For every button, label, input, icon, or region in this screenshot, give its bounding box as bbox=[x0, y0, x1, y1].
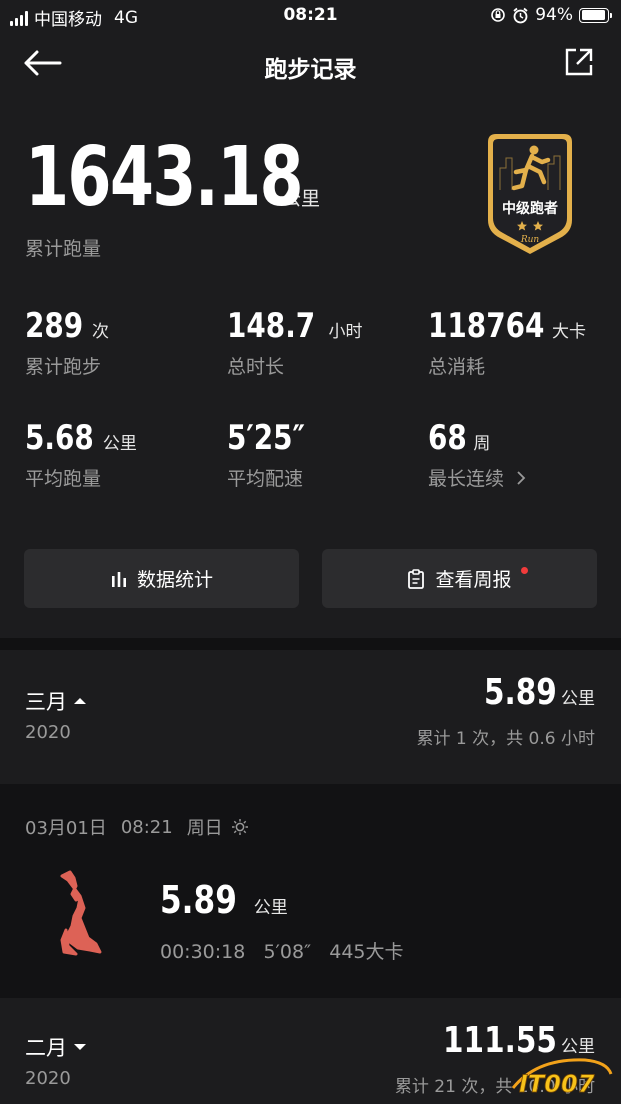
badge-script: Run bbox=[520, 235, 540, 245]
chevron-right-icon bbox=[517, 470, 526, 485]
stat-label: 总时长 bbox=[227, 356, 285, 378]
stat-label: 平均跑量 bbox=[25, 468, 102, 490]
stat-avg-distance: 5.68 公里 平均跑量 bbox=[25, 418, 137, 491]
stat-value: 68 bbox=[428, 418, 467, 458]
stat-label: 累计跑步 bbox=[25, 356, 102, 378]
stat-unit: 小时 bbox=[328, 322, 363, 342]
clipboard-icon bbox=[408, 568, 425, 589]
sun-icon bbox=[231, 819, 248, 835]
stat-value: 5′25″ bbox=[227, 418, 306, 458]
watermark-logo: IT007 bbox=[511, 1058, 613, 1098]
navigation-bar: 跑步记录 bbox=[0, 40, 621, 88]
run-weekday: 周日 bbox=[186, 818, 223, 839]
stat-value: 5.68 bbox=[25, 418, 94, 458]
run-time: 08:21 bbox=[120, 816, 173, 838]
month-name: 二月 bbox=[25, 1036, 67, 1060]
month-distance: 5.89 bbox=[484, 672, 557, 713]
bar-chart-icon bbox=[111, 571, 126, 587]
run-meta: 00:30:18 5′08″ 445大卡 bbox=[160, 941, 404, 963]
stat-unit: 次 bbox=[91, 322, 109, 342]
caret-down-icon bbox=[74, 1044, 86, 1050]
total-distance: 1643.18 公里 bbox=[25, 130, 320, 225]
stat-label: 总消耗 bbox=[428, 356, 486, 378]
badge-title: 中级跑者 bbox=[502, 200, 558, 217]
stat-value: 289 bbox=[25, 306, 84, 346]
stat-unit: 周 bbox=[473, 434, 491, 454]
status-bar: 中国移动 4G 08:21 94% bbox=[0, 0, 621, 32]
stat-total-calories: 118764 大卡 总消耗 bbox=[428, 306, 586, 379]
share-icon[interactable] bbox=[563, 46, 595, 78]
section-divider bbox=[0, 638, 621, 650]
weekly-report-label: 查看周报 bbox=[435, 569, 512, 591]
stat-value: 118764 bbox=[428, 306, 545, 346]
total-distance-value: 1643.18 bbox=[25, 130, 304, 225]
month-year: 2020 bbox=[25, 1068, 71, 1089]
orientation-lock-icon bbox=[491, 8, 506, 22]
stat-avg-pace: 5′25″ 平均配速 bbox=[227, 418, 322, 491]
stat-unit: 公里 bbox=[102, 434, 137, 454]
run-distance-unit: 公里 bbox=[253, 898, 288, 918]
battery-percent: 94% bbox=[535, 5, 573, 25]
month-year: 2020 bbox=[25, 722, 71, 743]
month-distance-unit: 公里 bbox=[561, 689, 595, 709]
stat-label: 最长连续 bbox=[428, 468, 505, 490]
stat-total-runs: 289 次 累计跑步 bbox=[25, 306, 109, 379]
stat-longest-streak[interactable]: 68 周 最长连续 bbox=[428, 418, 530, 491]
battery-icon bbox=[579, 7, 612, 23]
runner-level-badge[interactable]: 中级跑者 Run bbox=[482, 128, 578, 258]
stat-total-time: 148.7 小时 总时长 bbox=[227, 306, 363, 379]
month-name: 三月 bbox=[25, 690, 67, 714]
month-summary: 累计 1 次，共 0.6 小时 bbox=[416, 729, 595, 749]
stat-value: 148.7 bbox=[227, 306, 316, 346]
data-statistics-button[interactable]: 数据统计 bbox=[24, 549, 299, 608]
watermark-text: IT007 bbox=[519, 1070, 595, 1098]
route-thumbnail bbox=[60, 870, 102, 956]
total-distance-label: 累计跑量 bbox=[25, 238, 102, 260]
page-title: 跑步记录 bbox=[264, 57, 357, 83]
stat-label: 平均配速 bbox=[227, 468, 304, 490]
stat-unit: 大卡 bbox=[551, 322, 586, 342]
month-header-march[interactable]: 三月 2020 5.89 公里 累计 1 次，共 0.6 小时 bbox=[0, 650, 621, 784]
weekly-report-button[interactable]: 查看周报 bbox=[322, 549, 597, 608]
notification-dot bbox=[521, 567, 528, 574]
run-date: 03月01日 bbox=[25, 818, 107, 839]
data-statistics-label: 数据统计 bbox=[136, 569, 213, 591]
alarm-icon bbox=[513, 7, 528, 23]
caret-up-icon bbox=[74, 698, 86, 704]
run-distance: 5.89 公里 bbox=[160, 878, 288, 922]
run-distance-value: 5.89 bbox=[160, 878, 237, 922]
